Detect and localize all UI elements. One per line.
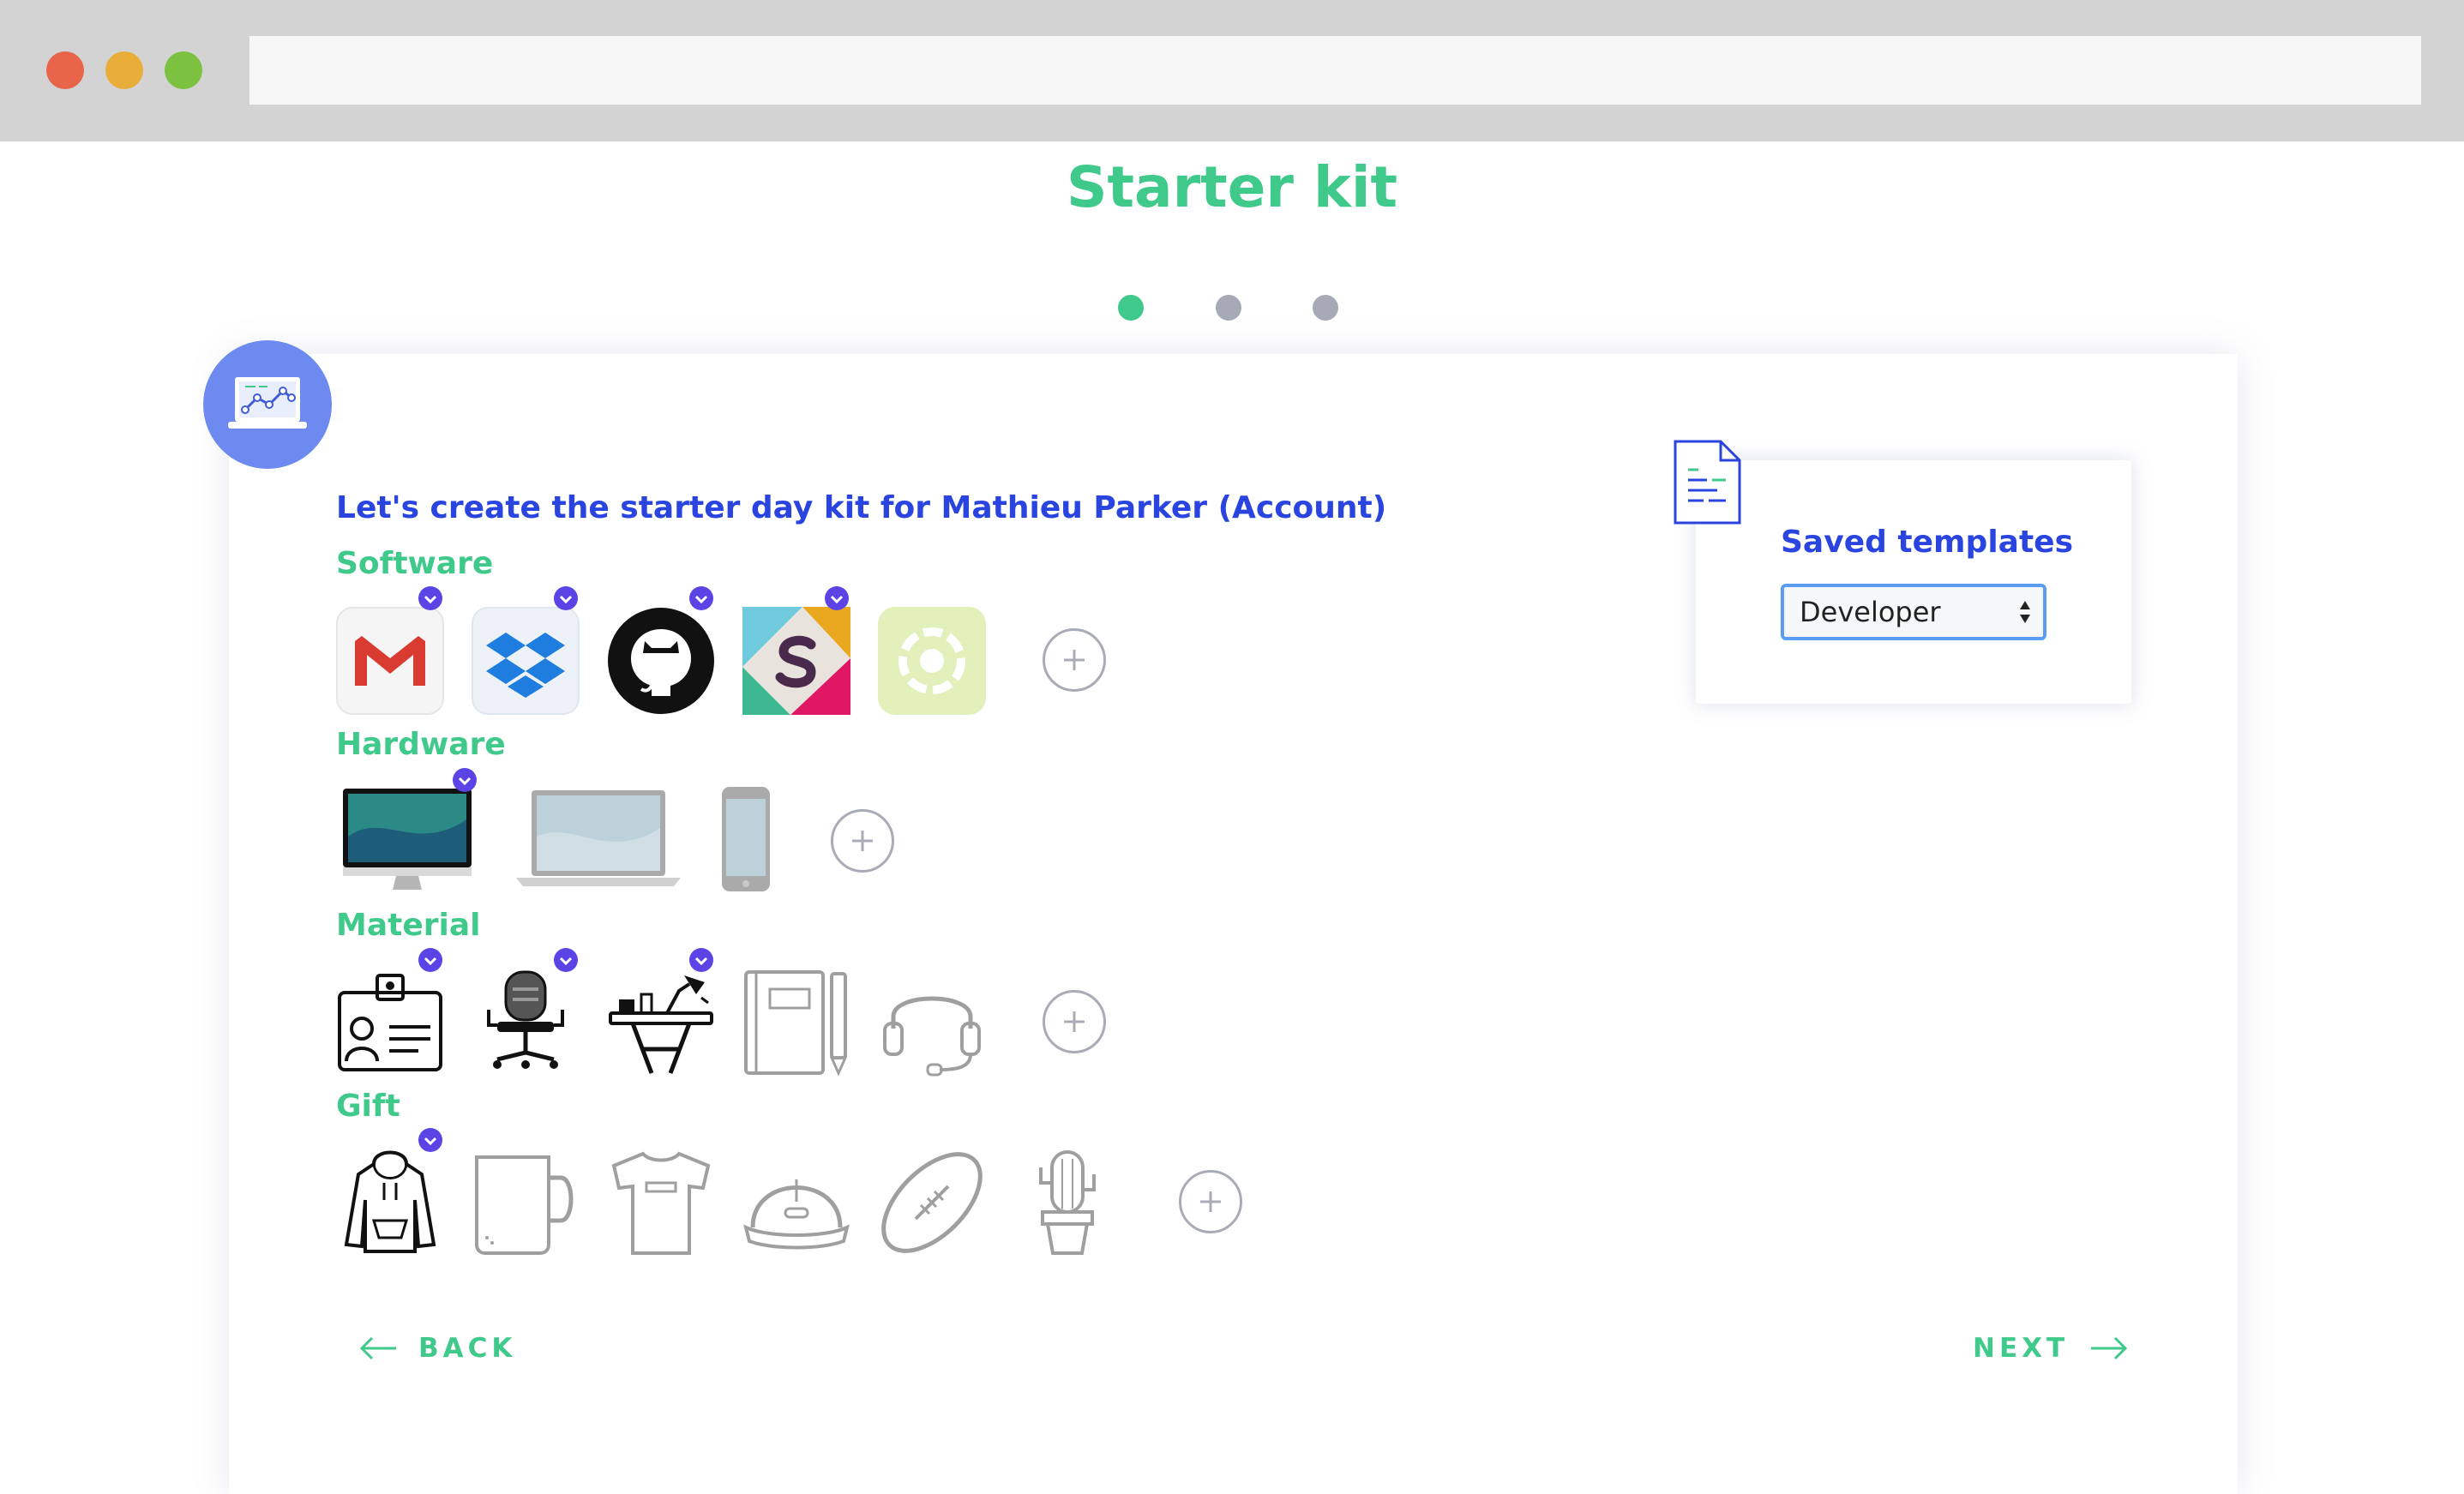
iphone-icon <box>722 787 770 891</box>
saved-templates-panel <box>1696 460 2131 704</box>
dropbox-icon <box>472 607 580 715</box>
select-arrows-icon <box>2020 601 2030 623</box>
gmail-item[interactable] <box>336 607 444 715</box>
id-badge-item[interactable] <box>336 969 444 1077</box>
arrow-right-icon <box>2091 1336 2128 1360</box>
imac-icon <box>343 789 472 890</box>
close-window-button[interactable] <box>46 51 84 89</box>
slack-item[interactable] <box>742 607 850 715</box>
browser-chrome <box>0 0 2464 141</box>
hoodie-selected-check-icon[interactable] <box>418 1128 442 1152</box>
hoodie-icon <box>344 1150 436 1253</box>
id-badge-selected-check-icon[interactable] <box>418 948 442 972</box>
cactus-icon <box>1039 1150 1096 1255</box>
mug-icon <box>475 1155 574 1255</box>
step-1-indicator[interactable] <box>1118 295 1144 321</box>
headset-item[interactable] <box>878 969 986 1077</box>
mug-item[interactable] <box>472 1149 580 1257</box>
slack-selected-check-icon[interactable] <box>825 586 849 610</box>
cap-item[interactable] <box>742 1149 850 1257</box>
template-select-value: Developer <box>1800 596 1941 628</box>
github-icon <box>608 608 714 714</box>
notebook-item[interactable] <box>742 969 850 1077</box>
desk-item[interactable] <box>607 969 715 1077</box>
add-hardware-button[interactable] <box>831 809 894 873</box>
macbook-icon <box>516 790 681 886</box>
material-section-label: Material <box>336 908 481 943</box>
software-section-label: Software <box>336 546 494 581</box>
minimize-window-button[interactable] <box>105 51 143 89</box>
office-chair-icon <box>487 970 564 1069</box>
imac-item[interactable] <box>340 785 475 893</box>
next-button[interactable]: NEXT <box>1973 1333 2129 1364</box>
iphone-item[interactable] <box>720 785 772 893</box>
gmail-icon <box>336 607 444 715</box>
laptop-chart-icon <box>203 340 332 469</box>
cap-icon <box>743 1179 850 1250</box>
quip-item[interactable] <box>878 607 986 715</box>
hardware-section-label: Hardware <box>336 727 506 762</box>
dropbox-item[interactable] <box>472 607 580 715</box>
template-select[interactable]: Developer <box>1781 584 2046 640</box>
arrow-left-icon <box>359 1336 396 1360</box>
desk-selected-check-icon[interactable] <box>689 948 713 972</box>
plus-icon <box>852 831 873 851</box>
github-selected-check-icon[interactable] <box>689 586 713 610</box>
add-software-button[interactable] <box>1043 628 1106 692</box>
back-button[interactable]: BACK <box>358 1333 516 1364</box>
headset-icon <box>883 996 981 1077</box>
football-item[interactable] <box>878 1149 986 1257</box>
saved-templates-label: Saved templates <box>1781 525 2073 560</box>
step-3-indicator[interactable] <box>1313 295 1338 321</box>
quip-icon <box>878 607 986 715</box>
notebook-icon <box>744 970 848 1077</box>
id-badge-icon <box>338 974 442 1071</box>
office-chair-selected-check-icon[interactable] <box>554 948 578 972</box>
office-chair-item[interactable] <box>472 969 580 1077</box>
page-title: Starter kit <box>1066 154 1398 220</box>
add-material-button[interactable] <box>1043 990 1106 1053</box>
imac-selected-check-icon[interactable] <box>453 768 477 792</box>
cactus-item[interactable] <box>1013 1149 1121 1257</box>
add-gift-button[interactable] <box>1179 1170 1242 1233</box>
plus-icon <box>1200 1191 1221 1212</box>
macbook-item[interactable] <box>513 785 684 893</box>
back-button-label: BACK <box>418 1333 517 1364</box>
tshirt-icon <box>611 1151 711 1255</box>
desk-icon <box>609 975 713 1074</box>
plus-icon <box>1064 1011 1085 1032</box>
step-2-indicator[interactable] <box>1216 295 1241 321</box>
maximize-window-button[interactable] <box>165 51 202 89</box>
dropbox-selected-check-icon[interactable] <box>554 586 578 610</box>
football-icon <box>881 1152 983 1253</box>
plus-icon <box>1064 650 1085 670</box>
address-bar[interactable] <box>249 36 2421 105</box>
gift-section-label: Gift <box>336 1089 400 1124</box>
next-button-label: NEXT <box>1973 1333 2070 1364</box>
hoodie-item[interactable] <box>336 1149 444 1257</box>
slack-icon <box>742 607 850 715</box>
intro-heading: Let's create the starter day kit for Mat… <box>336 490 1387 525</box>
gmail-selected-check-icon[interactable] <box>418 586 442 610</box>
tshirt-item[interactable] <box>607 1149 715 1257</box>
document-icon <box>1673 439 1743 530</box>
github-item[interactable] <box>607 607 715 715</box>
